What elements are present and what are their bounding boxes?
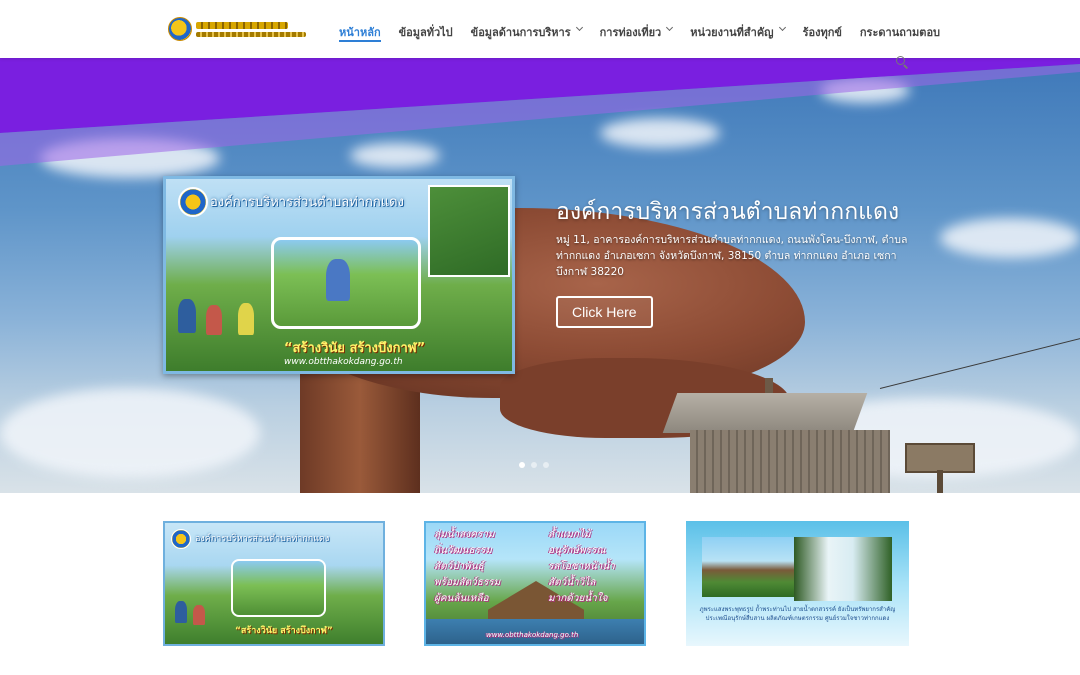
hero-purple-band [0,58,1080,166]
nav-complaints[interactable]: ร้องทุกข์ [803,0,842,58]
slider-pagination [519,462,555,468]
nav-tourism[interactable]: การท่องเที่ยว [600,0,674,58]
card-2-verse: ลุ่มน้ำสงคราม [434,529,495,540]
slide-image-slogan: “สร้างวินัย สร้างบึงกาฬ” [284,341,426,356]
slider-dot-1[interactable] [519,462,525,468]
chevron-down-icon [666,23,674,32]
main-nav: หน้าหลัก ข้อมูลทั่วไป ข้อมูลด้านการบริหา… [339,0,958,58]
feature-card-2[interactable]: ลุ่มน้ำสงคราม ถิ่นวัฒนธรรม สัตว์ป่าพันธุ… [424,521,646,646]
sao-emblem-icon [171,529,191,549]
feature-card-1[interactable]: องค์การบริหารส่วนตำบลท่ากกแดง “สร้างวินั… [163,521,385,646]
site-logo[interactable] [168,16,310,42]
hero-address: หมู่ 11, อาคารองค์การบริหารส่วนตำบลท่ากก… [556,234,908,278]
hero-title: องค์การบริหารส่วนตำบลท่ากกแดง [556,199,900,225]
card-3-mountain-photo [702,537,794,597]
wooden-sign [905,443,975,473]
card-1-title: องค์การบริหารส่วนตำบลท่ากกแดง [195,534,330,544]
chevron-down-icon [575,23,583,32]
card-1-photo [231,559,326,617]
card-3-caption: ภูพระแสงพระพุทธรูป ถ้ำพระท่านไป สายน้ำตก… [699,606,896,622]
chevron-down-icon [778,23,786,32]
slide-image-title: องค์การบริหารส่วนตำบลท่ากกแดง [210,195,404,210]
nav-home[interactable]: หน้าหลัก [339,0,381,58]
slider-dot-2[interactable] [531,462,537,468]
nav-general-info[interactable]: ข้อมูลทั่วไป [399,0,453,58]
card-3-waterfall-photo [794,537,892,601]
logo-wordmark [196,21,306,37]
slider-dot-3[interactable] [543,462,549,468]
nav-administration[interactable]: ข้อมูลด้านการบริหาร [471,0,583,58]
hero-cta-button[interactable]: Click Here [556,296,653,328]
logo-emblem-icon [168,17,192,41]
hero-slider: องค์การบริหารส่วนตำบลท่ากกแดง “สร้างวินั… [0,58,1080,493]
feature-card-3[interactable]: ภูพระแสงพระพุทธรูป ถ้ำพระท่านไป สายน้ำตก… [686,521,909,646]
hero-slide-image[interactable]: องค์การบริหารส่วนตำบลท่ากกแดง “สร้างวินั… [163,176,515,374]
card-2-url: www.obtthakokdang.go.th [486,631,579,639]
search-icon[interactable] [895,55,909,69]
sao-emblem-icon [178,187,208,217]
hut-roof [662,393,868,433]
nav-qa-board[interactable]: กระดานถามตอบ [860,0,940,58]
hero-caption: องค์การบริหารส่วนตำบลท่ากกแดง หมู่ 11, อ… [556,198,912,328]
slide-image-url: www.obtthakokdang.go.th [284,357,403,367]
site-header: หน้าหลัก ข้อมูลทั่วไป ข้อมูลด้านการบริหา… [0,0,1080,58]
nav-agencies[interactable]: หน่วยงานที่สำคัญ [690,0,786,58]
card-1-slogan: “สร้างวินัย สร้างบึงกาฬ” [235,626,333,636]
